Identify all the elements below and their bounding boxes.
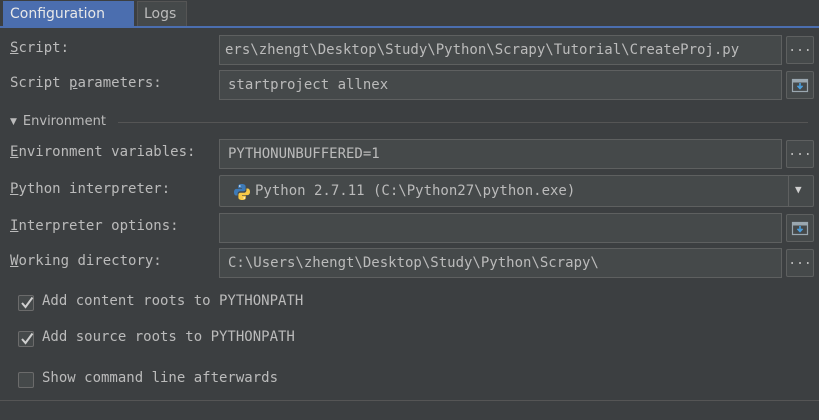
interpreter-options-expand-button[interactable] xyxy=(786,214,814,242)
tab-logs[interactable]: Logs xyxy=(137,1,187,26)
script-input[interactable]: ers\zhengt\Desktop\Study\Python\Scrapy\T… xyxy=(219,35,782,65)
tab-bar: Configuration Logs xyxy=(0,0,819,28)
triangle-down-icon: ▼ xyxy=(10,117,17,127)
python-interpreter-dropdown-arrow[interactable]: ▼ xyxy=(788,176,813,206)
add-content-roots-checkbox[interactable] xyxy=(18,295,34,311)
browse-icon: ... xyxy=(788,40,812,55)
script-parameters-expand-button[interactable] xyxy=(786,71,814,99)
section-divider xyxy=(118,122,808,123)
interpreter-options-input[interactable] xyxy=(219,213,782,243)
python-interpreter-value: Python 2.7.11 (C:\Python27\python.exe) xyxy=(255,183,576,199)
browse-icon: ... xyxy=(788,253,812,268)
python-icon xyxy=(234,184,250,200)
script-parameters-label: Script parameters: xyxy=(10,75,162,91)
bottom-divider xyxy=(0,400,819,401)
environment-variables-label: Environment variables: xyxy=(10,144,196,160)
expand-icon xyxy=(791,78,809,93)
browse-icon: ... xyxy=(788,144,812,159)
working-directory-label: Working directory: xyxy=(10,253,162,269)
environment-variables-input[interactable]: PYTHONUNBUFFERED=1 xyxy=(219,139,782,169)
checkmark-icon xyxy=(21,332,34,345)
working-directory-input[interactable]: C:\Users\zhengt\Desktop\Study\Python\Scr… xyxy=(219,248,782,278)
add-content-roots-label: Add content roots to PYTHONPATH xyxy=(42,293,304,309)
python-interpreter-label: Python interpreter: xyxy=(10,181,171,197)
script-browse-button[interactable]: ... xyxy=(786,36,814,64)
add-source-roots-checkbox[interactable] xyxy=(18,331,34,347)
environment-variables-browse-button[interactable]: ... xyxy=(786,140,814,168)
python-interpreter-select[interactable]: Python 2.7.11 (C:\Python27\python.exe) ▼ xyxy=(219,175,814,207)
show-command-line-checkbox[interactable] xyxy=(18,372,34,388)
expand-icon xyxy=(791,221,809,236)
checkmark-icon xyxy=(21,296,34,309)
script-label: Script: xyxy=(10,40,70,56)
interpreter-options-label: Interpreter options: xyxy=(10,218,179,234)
script-parameters-input[interactable]: startproject allnex xyxy=(219,70,782,100)
chevron-down-icon: ▼ xyxy=(795,183,802,196)
show-command-line-label: Show command line afterwards xyxy=(42,370,279,386)
tab-underline xyxy=(0,26,819,28)
working-directory-browse-button[interactable]: ... xyxy=(786,249,814,277)
add-source-roots-label: Add source roots to PYTHONPATH xyxy=(42,329,295,345)
tab-configuration[interactable]: Configuration xyxy=(3,1,134,26)
environment-section-header[interactable]: ▼ Environment xyxy=(10,114,106,129)
